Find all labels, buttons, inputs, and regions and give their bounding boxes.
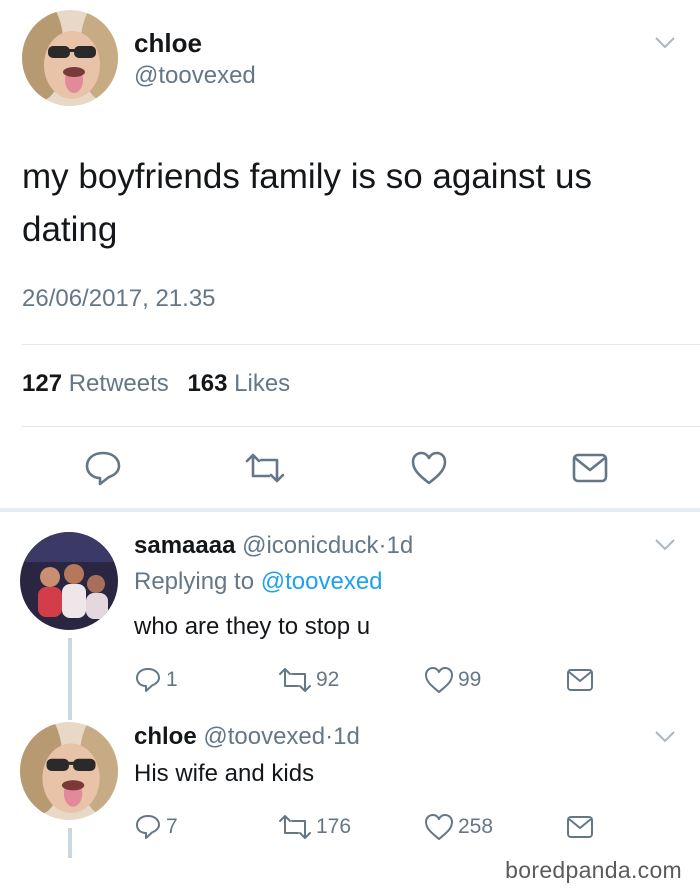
author-handle[interactable]: @toovexed [134, 62, 256, 90]
reply-author-name[interactable]: chloe [134, 723, 197, 750]
thread-line [68, 828, 72, 858]
reply-action[interactable]: 1 [134, 666, 178, 694]
separator-dot: · [378, 532, 387, 559]
retweet-count: 176 [316, 815, 352, 838]
reply-text: His wife and kids [134, 760, 315, 787]
main-tweet: chloe @toovexed my boyfriends family is … [0, 0, 700, 512]
message-icon [567, 816, 593, 838]
retweet-action[interactable]: 92 [278, 666, 339, 694]
tweet-timestamp[interactable]: 26/06/2017, 21.35 [22, 285, 216, 313]
chevron-down-icon[interactable] [654, 730, 676, 744]
reply-text: who are they to stop u [134, 613, 371, 640]
reply-author-handle[interactable]: @toovexed [203, 723, 325, 750]
reply-icon [136, 668, 160, 692]
replying-to: Replying to @toovexed [134, 568, 383, 596]
reply-header: chloe @toovexed·1d [134, 723, 360, 751]
like-icon [425, 667, 453, 693]
watermark: boredpanda.com [505, 857, 682, 883]
reply-action[interactable]: 7 [134, 813, 178, 841]
section-separator [0, 508, 700, 512]
divider [22, 344, 700, 345]
retweet-count: 92 [316, 668, 340, 691]
retweet-icon [279, 815, 311, 839]
like-count: 258 [458, 815, 494, 838]
reply-icon [136, 815, 160, 839]
reply-icon[interactable] [84, 450, 122, 486]
separator-dot: · [325, 723, 334, 750]
likes-label[interactable]: Likes [234, 370, 290, 397]
retweets-count[interactable]: 127 [22, 370, 62, 397]
like-action[interactable]: 99 [424, 666, 481, 694]
like-icon[interactable] [410, 450, 448, 486]
like-icon [425, 814, 453, 840]
divider [22, 426, 700, 427]
reply-time[interactable]: 1d [333, 723, 360, 750]
chevron-down-icon[interactable] [654, 538, 676, 552]
retweet-icon [279, 668, 311, 692]
likes-count[interactable]: 163 [187, 370, 227, 397]
reply-count: 7 [166, 815, 178, 838]
message-icon [567, 669, 593, 691]
avatar[interactable] [20, 722, 118, 820]
retweet-icon[interactable] [244, 452, 286, 484]
chevron-down-icon[interactable] [654, 36, 676, 50]
reply-time[interactable]: 1d [387, 532, 414, 559]
replying-prefix: Replying to [134, 568, 255, 595]
like-count: 99 [458, 668, 482, 691]
like-action[interactable]: 258 [424, 813, 493, 841]
tweet-stats: 127 Retweets 163 Likes [22, 370, 290, 398]
reply-header: samaaaa @iconicduck·1d [134, 532, 413, 560]
avatar[interactable] [20, 532, 118, 630]
retweets-label[interactable]: Retweets [69, 370, 169, 397]
author-name[interactable]: chloe [134, 28, 202, 59]
avatar[interactable] [22, 10, 118, 106]
reply-author-handle[interactable]: @iconicduck [242, 532, 378, 559]
message-icon[interactable] [572, 452, 608, 484]
message-action[interactable] [566, 813, 594, 841]
reply-count: 1 [166, 668, 178, 691]
reply-author-name[interactable]: samaaaa [134, 532, 235, 559]
retweet-action[interactable]: 176 [278, 813, 351, 841]
tweet-text: my boyfriends family is so against us da… [22, 157, 592, 249]
replying-to-link[interactable]: @toovexed [261, 568, 383, 595]
thread-line [68, 638, 72, 720]
message-action[interactable] [566, 666, 594, 694]
